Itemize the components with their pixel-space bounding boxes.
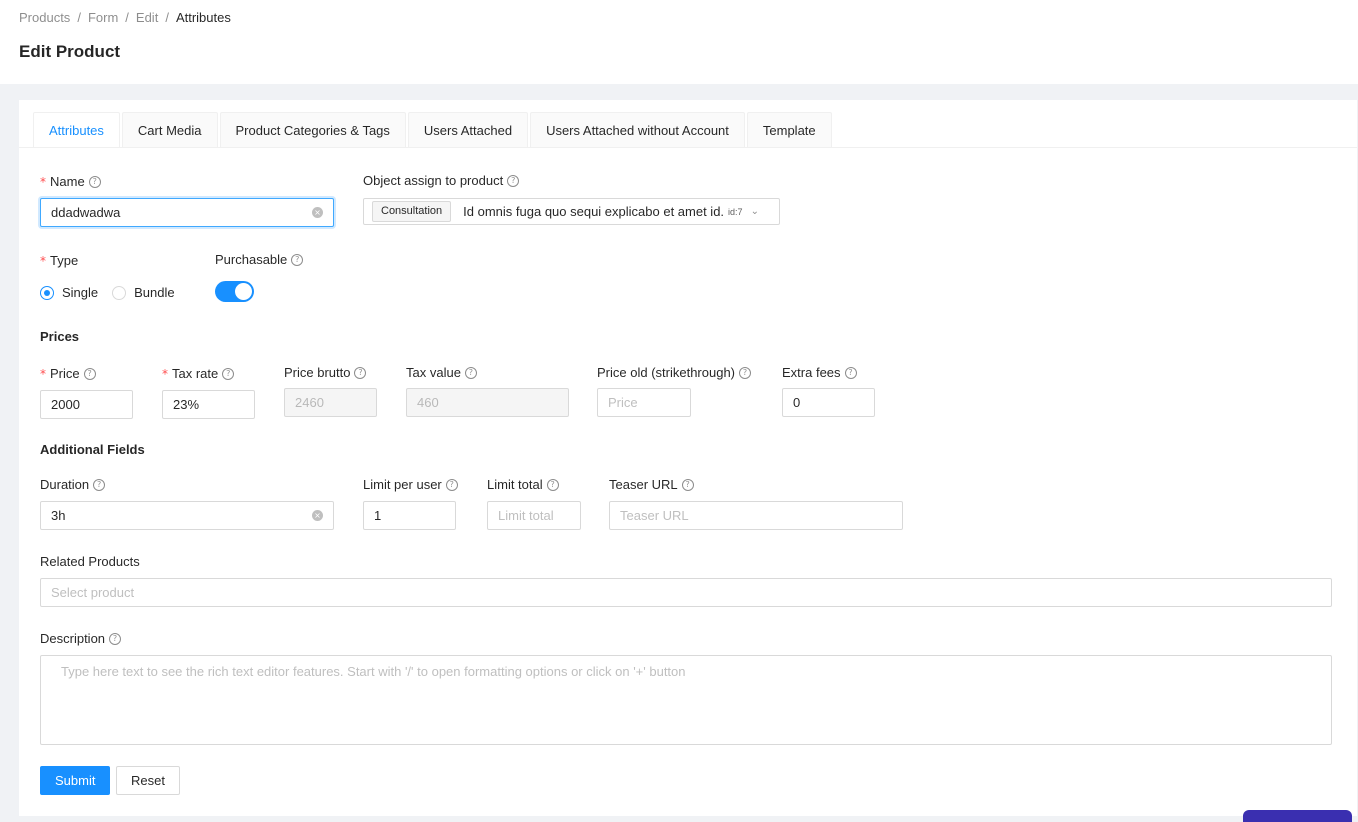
- tax-rate-input[interactable]: 23%: [162, 390, 255, 419]
- page-title: Edit Product: [19, 42, 121, 61]
- page-header: Products / Form / Edit / Attributes Edit Produ…: [0, 0, 1358, 84]
- tax-value-label: Tax value?: [406, 365, 477, 380]
- price-brutto-input: 2460: [284, 388, 377, 417]
- object-assign-id: id:7: [728, 206, 743, 217]
- name-input[interactable]: ddadwadwa ×: [40, 198, 334, 227]
- object-assign-value: Id omnis fuga quo sequi explicabo et ame…: [463, 204, 725, 219]
- price-old-label: Price old (strikethrough)?: [597, 365, 751, 380]
- radio-checked-icon: [40, 285, 54, 300]
- help-icon[interactable]: ?: [291, 253, 304, 266]
- radio-unchecked-icon: [112, 285, 127, 300]
- tab-users-attached-without-account[interactable]: Users Attached without Account: [530, 112, 745, 148]
- tab-bar: Attributes Cart Media Product Categories…: [33, 112, 834, 148]
- price-input[interactable]: 2000: [40, 390, 133, 419]
- price-brutto-label: Price brutto?: [284, 365, 367, 380]
- tab-product-categories-tags[interactable]: Product Categories & Tags: [219, 112, 406, 148]
- submit-button[interactable]: Submit: [40, 766, 111, 795]
- help-icon[interactable]: ?: [88, 175, 101, 188]
- teaser-url-label: Teaser URL?: [609, 477, 694, 492]
- clear-icon[interactable]: ×: [312, 207, 323, 218]
- required-mark: *: [162, 366, 168, 381]
- form-card: Attributes Cart Media Product Categories…: [19, 100, 1357, 816]
- help-icon[interactable]: ?: [739, 366, 751, 379]
- description-label: Description?: [40, 631, 122, 646]
- tab-users-attached[interactable]: Users Attached: [407, 112, 529, 148]
- radio-bundle[interactable]: Bundle: [112, 285, 175, 300]
- help-icon[interactable]: ?: [445, 478, 458, 491]
- tab-template[interactable]: Template: [746, 112, 832, 148]
- tax-rate-label: * Tax rate?: [162, 366, 235, 381]
- help-icon[interactable]: ?: [507, 174, 520, 187]
- help-icon[interactable]: ?: [354, 366, 367, 379]
- help-icon[interactable]: ?: [83, 367, 96, 380]
- limit-total-label: Limit total?: [487, 477, 559, 492]
- required-mark: *: [40, 174, 46, 189]
- radio-single[interactable]: Single: [40, 285, 98, 300]
- purchasable-label: Purchasable?: [215, 252, 304, 267]
- help-icon[interactable]: ?: [109, 632, 122, 645]
- type-label: * Type: [40, 253, 79, 268]
- chevron-down-icon[interactable]: ⌄: [751, 206, 759, 217]
- object-assign-select[interactable]: Consultation Id omnis fuga quo sequi exp…: [363, 198, 780, 225]
- required-mark: *: [40, 366, 46, 381]
- help-icon[interactable]: ?: [464, 366, 477, 379]
- floating-widget[interactable]: [1243, 810, 1352, 822]
- related-products-select[interactable]: Select product: [40, 578, 1332, 607]
- breadcrumb-form[interactable]: Form: [88, 10, 118, 25]
- type-radio-group: Single Bundle: [40, 285, 189, 300]
- extra-fees-label: Extra fees?: [782, 365, 857, 380]
- tax-value-input: 460: [406, 388, 569, 417]
- breadcrumb-separator: /: [165, 10, 169, 25]
- breadcrumb-separator: /: [125, 10, 129, 25]
- limit-per-user-input[interactable]: 1: [363, 501, 456, 530]
- help-icon[interactable]: ?: [222, 367, 235, 380]
- help-icon[interactable]: ?: [844, 366, 857, 379]
- price-label: * Price?: [40, 366, 96, 381]
- breadcrumb-edit[interactable]: Edit: [136, 10, 158, 25]
- limit-per-user-label: Limit per user?: [363, 477, 458, 492]
- related-products-label: Related Products: [40, 554, 140, 569]
- extra-fees-input[interactable]: 0: [782, 388, 875, 417]
- breadcrumb-attributes: Attributes: [175, 10, 231, 25]
- help-icon[interactable]: ?: [93, 478, 106, 491]
- duration-input[interactable]: 3h ×: [40, 501, 334, 530]
- limit-total-input[interactable]: Limit total: [487, 501, 581, 530]
- additional-fields-heading: Additional Fields: [40, 442, 145, 457]
- clear-icon[interactable]: ×: [312, 510, 323, 521]
- help-icon[interactable]: ?: [546, 478, 559, 491]
- purchasable-switch[interactable]: [215, 281, 254, 302]
- object-assign-label: Object assign to product?: [363, 173, 520, 188]
- prices-heading: Prices: [40, 329, 80, 344]
- price-old-input[interactable]: Price: [597, 388, 691, 417]
- consultation-tag: Consultation: [372, 201, 452, 222]
- breadcrumb-separator: /: [77, 10, 81, 25]
- teaser-url-input[interactable]: Teaser URL: [609, 501, 903, 530]
- reset-button[interactable]: Reset: [116, 766, 180, 795]
- required-mark: *: [40, 253, 46, 268]
- name-label: * Name?: [40, 174, 101, 189]
- breadcrumb: Products / Form / Edit / Attributes: [19, 10, 231, 25]
- description-editor[interactable]: Type here text to see the rich text edit…: [40, 655, 1332, 745]
- tab-cart-media[interactable]: Cart Media: [121, 112, 218, 148]
- tabs-divider: [19, 147, 1357, 148]
- help-icon[interactable]: ?: [681, 478, 694, 491]
- breadcrumb-products[interactable]: Products: [19, 10, 70, 25]
- switch-knob: [235, 283, 252, 300]
- duration-label: Duration?: [40, 477, 106, 492]
- tab-attributes[interactable]: Attributes: [33, 112, 120, 148]
